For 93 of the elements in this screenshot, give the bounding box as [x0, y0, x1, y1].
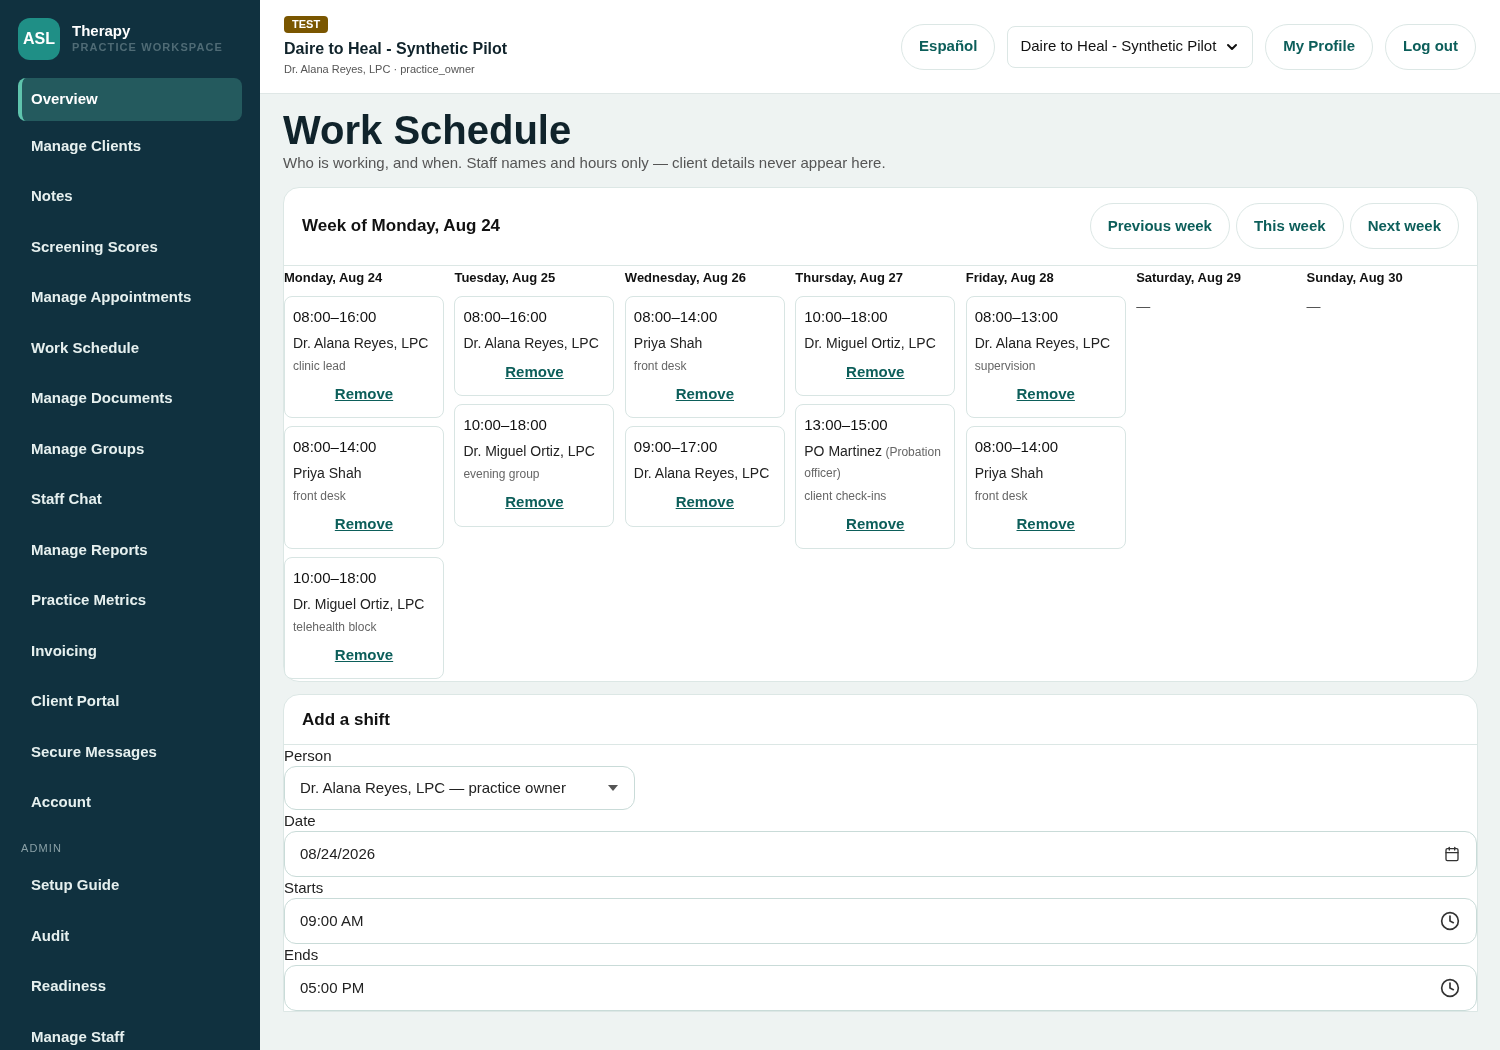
nav-item[interactable]: Overview [18, 78, 242, 121]
nav-item[interactable]: Manage Groups [18, 423, 242, 474]
day-heading: Saturday, Aug 29 [1136, 268, 1242, 287]
staff-name: PO Martinez (Probation officer) [804, 442, 942, 482]
nav-item[interactable]: Invoicing [18, 625, 242, 676]
field-label: Date [284, 811, 317, 831]
nav-item[interactable]: Audit [18, 910, 242, 961]
nav-item[interactable]: Account [18, 777, 242, 828]
nav-item[interactable]: Manage Appointments [18, 272, 242, 323]
clock-icon [1440, 978, 1460, 998]
shift-note: front desk [293, 488, 347, 505]
staff-name: Dr. Miguel Ortiz, LPC [293, 594, 426, 614]
nav-item[interactable]: Secure Messages [18, 726, 242, 777]
nav-item[interactable]: Staff Chat [18, 474, 242, 525]
remove-link[interactable]: Remove [675, 491, 734, 514]
shift-time: 08:00–14:00 [293, 437, 378, 457]
remove-link[interactable]: Remove [334, 643, 394, 666]
time-field[interactable]: 09:00 AM [284, 898, 1477, 944]
staff-name: Dr. Alana Reyes, LPC [974, 333, 1112, 353]
shift-note: front desk [633, 357, 688, 375]
day-heading: Wednesday, Aug 26 [624, 268, 747, 287]
staff-name: Priya Shah [633, 333, 704, 353]
time-field[interactable]: 05:00 PM [284, 965, 1477, 1011]
day-heading: Friday, Aug 28 [965, 268, 1055, 287]
remove-link[interactable]: Remove [505, 360, 564, 383]
remove-link[interactable]: Remove [1016, 513, 1075, 536]
shift-note: evening group [463, 466, 541, 483]
environment-badge: TEST [284, 16, 329, 33]
brand-name: Therapy [72, 22, 132, 39]
staff-name: Dr. Miguel Ortiz, LPC [804, 333, 937, 353]
brand-subtitle: PRACTICE WORKSPACE [72, 39, 223, 55]
practice-select[interactable]: Daire to Heal - Synthetic Pilot [1007, 25, 1254, 68]
remove-link[interactable]: Remove [334, 382, 394, 405]
week-title: Week of Monday, Aug 24 [302, 215, 501, 238]
remove-link[interactable]: Remove [505, 491, 564, 514]
date-field[interactable]: 08/24/2026 [284, 831, 1477, 877]
nav-item[interactable]: Manage Documents [18, 373, 242, 424]
nav-item[interactable]: Manage Staff [18, 1011, 242, 1050]
nav-item[interactable]: Practice Metrics [18, 575, 242, 626]
page-subtitle: Who is working, and when. Staff names and hours only — client details never appear here. [283, 153, 887, 173]
shift-time: 13:00–15:00 [804, 415, 889, 435]
staff-name: Priya Shah [974, 464, 1045, 483]
shift-time: 08:00–13:00 [974, 306, 1060, 327]
shift-time: 10:00–18:00 [293, 567, 378, 588]
staff-name: Dr. Alana Reyes, LPC [633, 464, 771, 483]
staff-name: Priya Shah [293, 464, 363, 483]
user-role: Dr. Alana Reyes, LPC · practice_owner [284, 61, 475, 77]
nav-item[interactable]: Readiness [18, 961, 242, 1012]
shift-time: 08:00–16:00 [463, 306, 548, 327]
staff-name: Dr. Miguel Ortiz, LPC [463, 442, 596, 461]
nav-item[interactable]: Screening Scores [18, 221, 242, 272]
remove-link[interactable]: Remove [675, 382, 734, 405]
logo: ASL [18, 18, 60, 60]
day-heading: Sunday, Aug 30 [1306, 268, 1404, 287]
shift-time: 10:00–18:00 [463, 415, 548, 435]
person-select[interactable]: Dr. Alana Reyes, LPC — practice owner [284, 766, 635, 810]
nav-item[interactable]: Manage Reports [18, 524, 242, 575]
remove-link[interactable]: Remove [846, 360, 905, 383]
nav-item[interactable]: Manage Clients [18, 120, 242, 171]
shift-note: telehealth block [293, 618, 378, 636]
section-heading: ADMIN [20, 840, 63, 856]
empty-day: — [1306, 295, 1477, 317]
nav-item[interactable]: Setup Guide [18, 860, 242, 911]
calendar-icon [1444, 846, 1460, 862]
practice-name: Daire to Heal - Synthetic Pilot [284, 38, 508, 59]
shift-note: clinic lead [293, 357, 347, 375]
shift-note: client check-ins [804, 488, 888, 505]
field-label: Ends [284, 945, 320, 965]
shift-time: 08:00–14:00 [974, 437, 1060, 457]
section-title: Add a shift [302, 708, 390, 731]
day-heading: Tuesday, Aug 25 [454, 268, 557, 287]
field-label: Starts [284, 878, 325, 898]
nav-item[interactable]: Notes [18, 171, 242, 222]
staff-name: Dr. Alana Reyes, LPC [293, 333, 430, 353]
field-label: Person [284, 746, 333, 766]
empty-day: — [1136, 295, 1307, 317]
dropdown-icon [608, 785, 618, 791]
page-title: Work Schedule [283, 108, 573, 152]
nav-item[interactable]: Client Portal [18, 676, 242, 727]
shift-note: supervision [974, 357, 1037, 375]
shift-time: 09:00–17:00 [633, 437, 719, 457]
nav-item[interactable]: Work Schedule [18, 322, 242, 373]
shift-note: front desk [974, 488, 1029, 505]
remove-link[interactable]: Remove [846, 513, 905, 536]
staff-name: Dr. Alana Reyes, LPC [463, 333, 600, 353]
remove-link[interactable]: Remove [334, 513, 394, 536]
day-heading: Thursday, Aug 27 [795, 268, 904, 287]
remove-link[interactable]: Remove [1016, 382, 1075, 405]
shift-time: 08:00–14:00 [633, 306, 719, 327]
day-heading: Monday, Aug 24 [284, 268, 384, 287]
clock-icon [1440, 911, 1460, 931]
shift-time: 10:00–18:00 [804, 306, 889, 327]
shift-time: 08:00–16:00 [293, 306, 378, 327]
